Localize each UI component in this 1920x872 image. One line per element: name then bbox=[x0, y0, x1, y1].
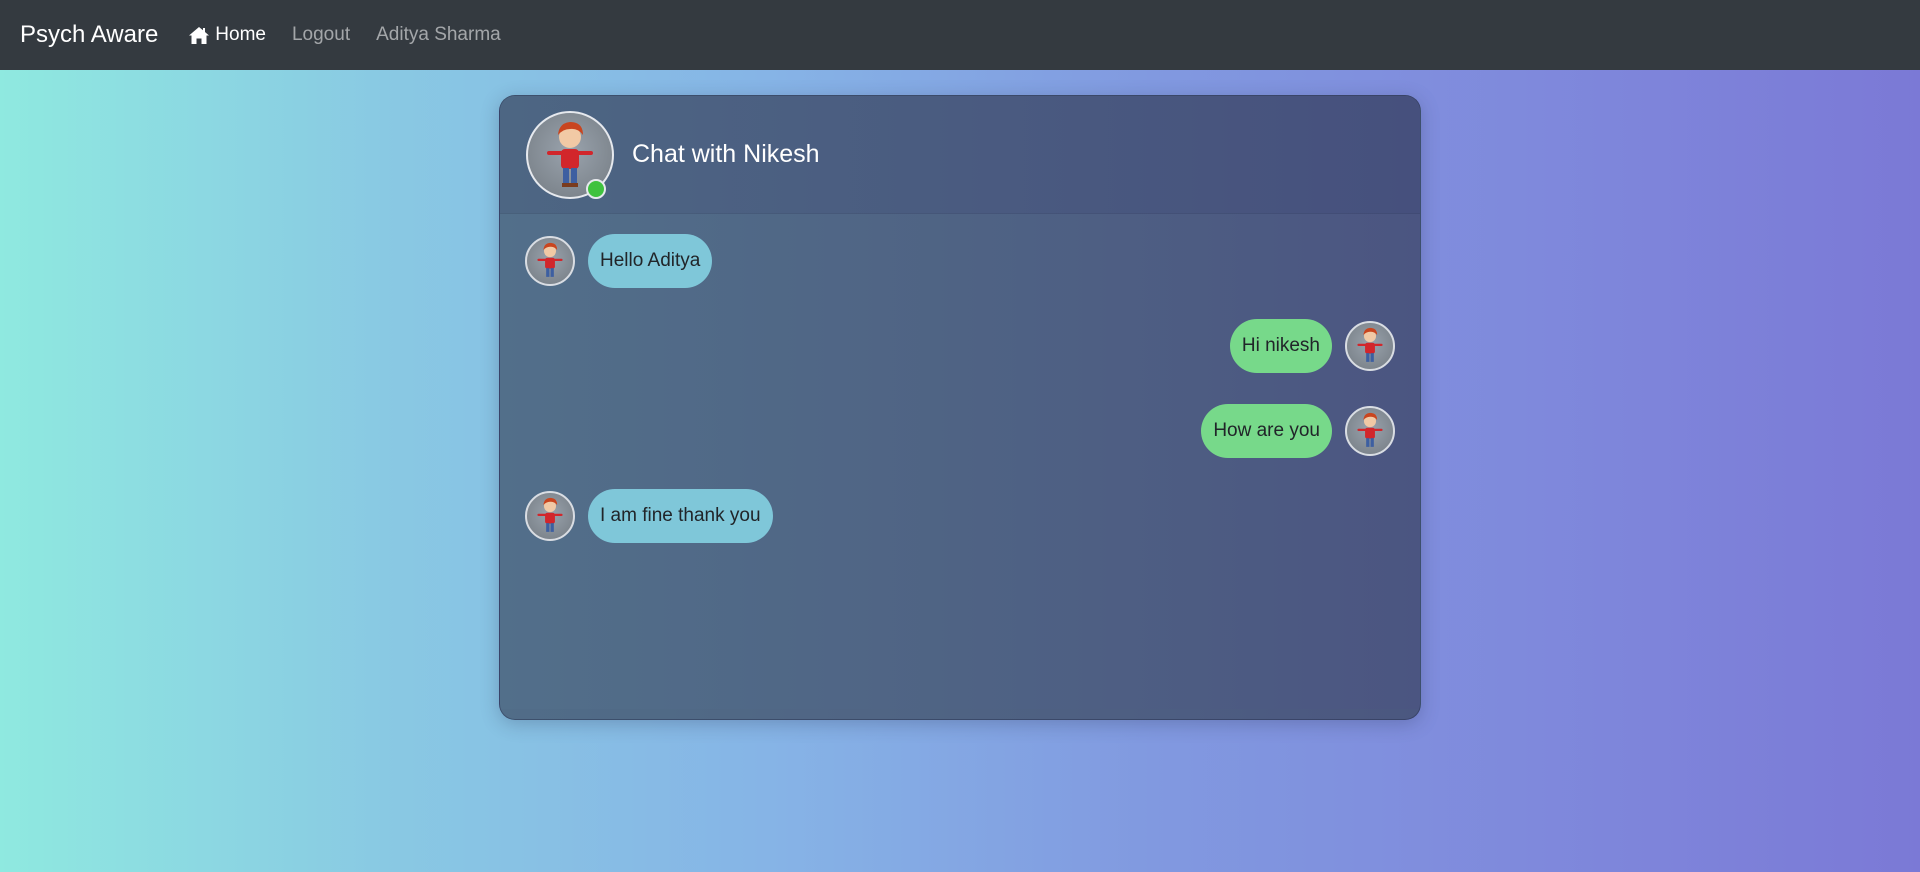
brand-link[interactable]: Psych Aware bbox=[20, 21, 158, 49]
chat-header: Chat with Nikesh bbox=[500, 96, 1420, 214]
message-received: I am fine thank you bbox=[525, 489, 773, 543]
message-bubble: Hello Aditya bbox=[588, 234, 713, 288]
message-sent: Hi nikesh bbox=[1229, 319, 1395, 373]
message-sent: How are you bbox=[1201, 404, 1395, 458]
nav-home-label: Home bbox=[215, 24, 266, 45]
user-avatar-small bbox=[1345, 321, 1395, 371]
user-avatar-small bbox=[1345, 406, 1395, 456]
chat-card: Chat with Nikesh Hello Aditya Hi nikesh … bbox=[499, 95, 1421, 720]
message-input-area bbox=[500, 709, 1420, 719]
chat-title: Chat with Nikesh bbox=[632, 140, 820, 168]
home-icon bbox=[188, 26, 210, 45]
message-bubble: I am fine thank you bbox=[588, 489, 773, 543]
contact-avatar-small bbox=[525, 491, 575, 541]
message-bubble: Hi nikesh bbox=[1229, 319, 1332, 373]
nav-home-link[interactable]: Home bbox=[188, 24, 266, 46]
nav-user-link[interactable]: Aditya Sharma bbox=[376, 24, 501, 46]
online-status-dot bbox=[586, 179, 606, 199]
nav-logout-link[interactable]: Logout bbox=[292, 24, 350, 46]
message-received: Hello Aditya bbox=[525, 234, 713, 288]
top-navbar: Psych Aware Home Logout Aditya Sharma bbox=[0, 0, 1920, 70]
message-list: Hello Aditya Hi nikesh How are you I am … bbox=[500, 214, 1420, 709]
message-bubble: How are you bbox=[1201, 404, 1332, 458]
contact-avatar bbox=[526, 111, 614, 199]
contact-avatar-small bbox=[525, 236, 575, 286]
